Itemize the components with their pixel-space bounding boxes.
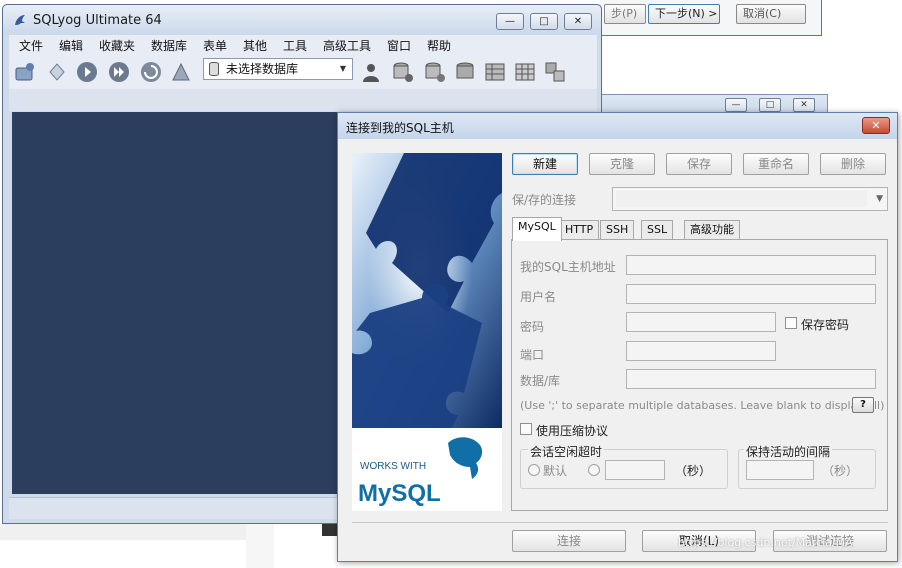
host-label: 我的SQL主机地址 bbox=[520, 260, 616, 274]
connect-button[interactable]: 连接 bbox=[512, 530, 626, 552]
maximize-button[interactable]: □ bbox=[530, 13, 558, 30]
tab-advanced[interactable]: 高级功能 bbox=[684, 220, 740, 240]
mysql-logo-text: MySQL bbox=[358, 480, 441, 507]
minimize-icon[interactable]: — bbox=[725, 98, 747, 112]
new-query-icon[interactable] bbox=[45, 60, 69, 84]
secondary-toolbar bbox=[9, 89, 597, 111]
menu-tools[interactable]: 工具 bbox=[283, 37, 307, 54]
user-label: 用户名 bbox=[520, 290, 557, 304]
backup-icon[interactable] bbox=[391, 60, 415, 84]
background-icon bbox=[322, 522, 338, 536]
rename-button[interactable]: 重命名 bbox=[743, 153, 809, 175]
session-timeout-title: 会话空闲超时 bbox=[528, 443, 605, 460]
timeout-custom-radio[interactable] bbox=[588, 464, 600, 476]
help-button[interactable]: ? bbox=[852, 397, 874, 413]
password-field[interactable] bbox=[626, 312, 776, 332]
minimize-button[interactable]: — bbox=[496, 13, 524, 30]
menu-edit[interactable]: 编辑 bbox=[59, 37, 83, 54]
saved-connection-label: 保/存的连接 bbox=[512, 193, 577, 207]
compression-label: 使用压缩协议 bbox=[536, 424, 609, 438]
port-label: 端口 bbox=[520, 348, 545, 362]
menu-bar: 文件 编辑 收藏夹 数据库 表单 其他 工具 高级工具 窗口 帮助 bbox=[9, 35, 597, 55]
dolphin-app-icon bbox=[15, 15, 25, 25]
table-design-icon[interactable] bbox=[513, 60, 537, 84]
execute-all-icon[interactable] bbox=[107, 60, 131, 84]
tab-mysql[interactable]: MySQL bbox=[512, 217, 562, 241]
database-field[interactable] bbox=[626, 369, 876, 389]
main-toolbar: 未选择数据库 ▼ bbox=[9, 55, 597, 89]
delete-button[interactable]: 删除 bbox=[820, 153, 886, 175]
menu-window[interactable]: 窗口 bbox=[387, 37, 411, 54]
database-hint: (Use ';' to separate multiple databases.… bbox=[520, 399, 885, 412]
menu-file[interactable]: 文件 bbox=[19, 37, 43, 54]
save-button[interactable]: 保存 bbox=[666, 153, 732, 175]
tab-ssl[interactable]: SSL bbox=[641, 220, 674, 240]
database-selector-value: 未选择数据库 bbox=[226, 62, 299, 76]
background-wizard-window: 步(P) 下一步(N) > 取消(C) bbox=[600, 0, 822, 36]
saved-connection-combo[interactable]: ▼ bbox=[612, 187, 888, 211]
host-field[interactable] bbox=[626, 255, 876, 275]
execute-icon[interactable] bbox=[75, 60, 99, 84]
keepalive-unit: （秒） bbox=[822, 464, 859, 478]
wizard-prev-button[interactable]: 步(P) bbox=[604, 4, 646, 24]
close-button[interactable]: ✕ bbox=[564, 13, 592, 30]
timeout-seconds-field[interactable] bbox=[605, 460, 665, 480]
clone-button[interactable]: 克隆 bbox=[589, 153, 655, 175]
background-strip bbox=[0, 524, 246, 540]
menu-other[interactable]: 其他 bbox=[243, 37, 267, 54]
compression-checkbox[interactable] bbox=[520, 423, 532, 435]
wizard-next-button[interactable]: 下一步(N) > bbox=[648, 4, 720, 24]
restore-icon[interactable] bbox=[423, 60, 447, 84]
dialog-title: 连接到我的SQL主机 bbox=[346, 121, 454, 135]
sync-icon[interactable] bbox=[453, 60, 477, 84]
main-window-title: SQLyog Ultimate 64 bbox=[33, 13, 162, 28]
menu-database[interactable]: 数据库 bbox=[151, 37, 187, 54]
keepalive-title: 保持活动的间隔 bbox=[744, 443, 833, 460]
database-icon bbox=[209, 62, 219, 76]
timeout-unit: （秒） bbox=[675, 464, 712, 478]
database-label: 数据/库 bbox=[520, 374, 561, 388]
menu-favorites[interactable]: 收藏夹 bbox=[99, 37, 135, 54]
maximize-icon[interactable]: □ bbox=[759, 98, 781, 112]
background-strip bbox=[246, 524, 274, 568]
menu-table[interactable]: 表单 bbox=[203, 37, 227, 54]
dialog-titlebar: 连接到我的SQL主机 ✕ bbox=[338, 113, 897, 139]
user-manager-icon[interactable] bbox=[359, 60, 383, 84]
tab-ssh[interactable]: SSH bbox=[600, 220, 635, 240]
table-data-icon[interactable] bbox=[483, 60, 507, 84]
chevron-down-icon[interactable]: ▼ bbox=[336, 61, 350, 77]
main-titlebar: SQLyog Ultimate 64 — □ ✕ bbox=[3, 5, 601, 35]
port-field[interactable] bbox=[626, 341, 776, 361]
wizard-cancel-button[interactable]: 取消(C) bbox=[736, 4, 806, 24]
works-with-text: WORKS WITH bbox=[360, 461, 426, 472]
save-password-checkbox[interactable] bbox=[785, 317, 797, 329]
watermark: https://blog.csdn.net/Marcia/MA bbox=[678, 536, 853, 549]
chevron-down-icon[interactable]: ▼ bbox=[876, 194, 883, 204]
password-label: 密码 bbox=[520, 320, 545, 334]
new-connection-icon[interactable] bbox=[13, 60, 37, 84]
timeout-default-radio[interactable] bbox=[528, 464, 540, 476]
keepalive-field[interactable] bbox=[746, 460, 814, 480]
menu-help[interactable]: 帮助 bbox=[427, 37, 451, 54]
dialog-close-button[interactable]: ✕ bbox=[862, 117, 890, 134]
close-icon[interactable]: ✕ bbox=[793, 98, 815, 112]
dialog-separator bbox=[352, 522, 888, 523]
connect-dialog: 连接到我的SQL主机 ✕ WORKS WITH MySQL 新建 克隆 保存 重… bbox=[337, 112, 898, 562]
timeout-default-label: 默认 bbox=[543, 464, 568, 478]
mysql-side-image: WORKS WITH MySQL bbox=[352, 153, 502, 511]
save-password-label: 保存密码 bbox=[801, 318, 850, 332]
puzzle-image: WORKS WITH MySQL bbox=[352, 153, 502, 511]
refresh-icon[interactable] bbox=[139, 60, 163, 84]
schema-icon[interactable] bbox=[169, 60, 193, 84]
database-selector[interactable]: 未选择数据库 ▼ bbox=[203, 58, 353, 80]
menu-advanced-tools[interactable]: 高级工具 bbox=[323, 37, 371, 54]
tab-http[interactable]: HTTP bbox=[559, 220, 600, 240]
schema-designer-icon[interactable] bbox=[543, 60, 567, 84]
new-button[interactable]: 新建 bbox=[512, 153, 578, 175]
user-field[interactable] bbox=[626, 284, 876, 304]
